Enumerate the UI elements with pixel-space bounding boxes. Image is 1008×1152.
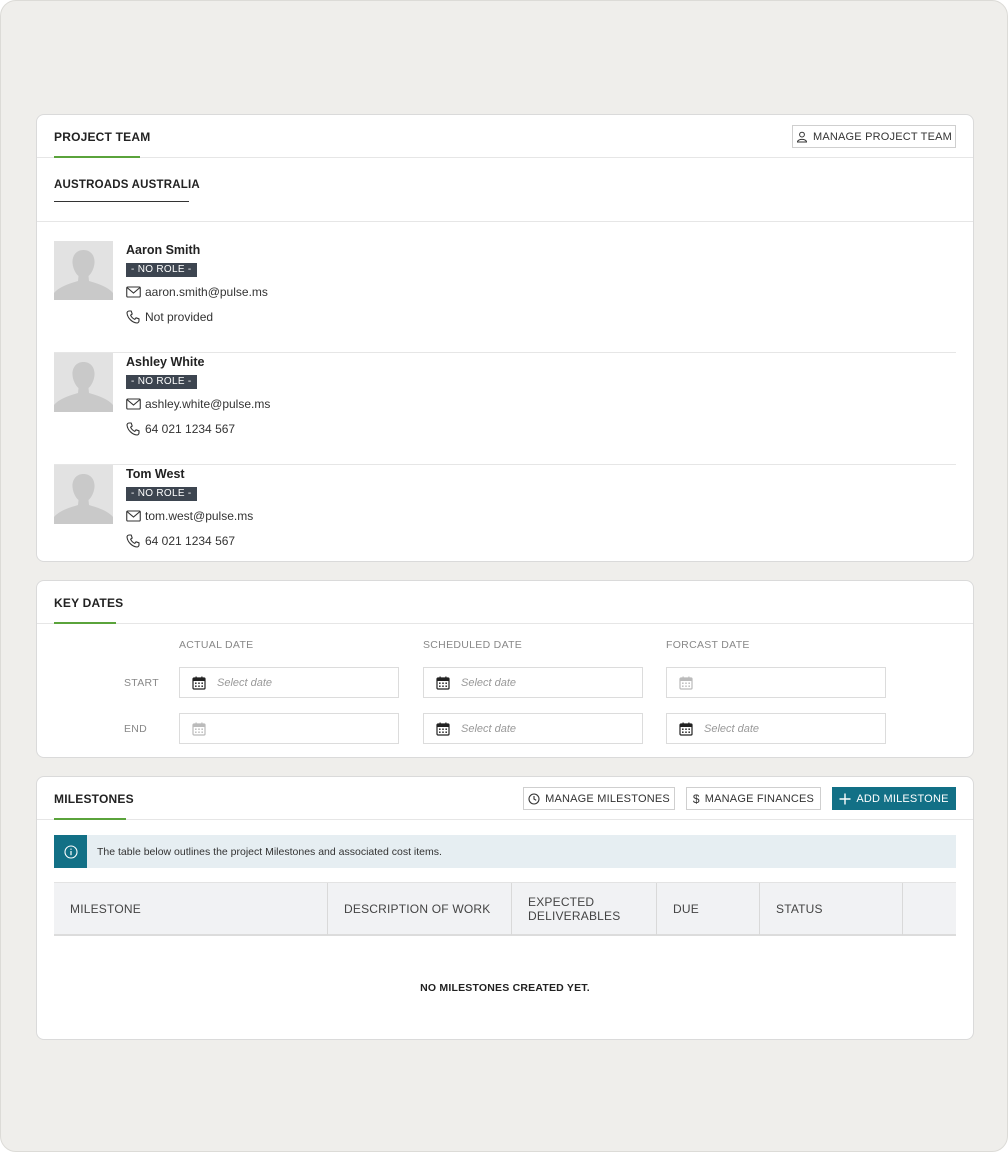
member-name: Aaron Smith (126, 243, 201, 257)
key-dates-title: KEY DATES (54, 596, 124, 610)
column-header-deliverables[interactable]: EXPECTED DELIVERABLES (512, 883, 657, 935)
member-email[interactable]: tom.west@pulse.ms (126, 509, 253, 523)
team-member: Aaron Smith - NO ROLE - aaron.smith@puls… (54, 241, 956, 353)
manage-finances-button[interactable]: $ MANAGE FINANCES (686, 787, 821, 810)
member-email[interactable]: ashley.white@pulse.ms (126, 397, 270, 411)
calendar-icon (192, 722, 206, 736)
calendar-icon (679, 676, 693, 690)
start-scheduled-date-input[interactable]: Select date (423, 667, 643, 698)
add-milestone-label: ADD MILESTONE (856, 792, 949, 805)
date-placeholder: Select date (461, 676, 517, 689)
member-name: Tom West (126, 467, 185, 481)
info-icon (54, 835, 87, 868)
member-name: Ashley White (126, 355, 205, 369)
organisation-tab[interactable]: AUSTROADS AUSTRALIA (54, 179, 200, 191)
page-background: PROJECT TEAM MANAGE PROJECT TEAM AUSTROA… (0, 0, 1008, 1152)
start-actual-date-input[interactable]: Select date (179, 667, 399, 698)
date-placeholder: Select date (461, 722, 517, 735)
add-milestone-button[interactable]: ADD MILESTONE (832, 787, 956, 810)
member-phone[interactable]: 64 021 1234 567 (126, 422, 235, 436)
role-badge: - NO ROLE - (126, 263, 197, 277)
member-phone-text: 64 021 1234 567 (145, 534, 236, 548)
clock-icon (528, 792, 540, 805)
member-phone-text: Not provided (145, 310, 214, 324)
start-forecast-date-input[interactable] (666, 667, 886, 698)
empty-table-message: NO MILESTONES CREATED YET. (420, 982, 590, 994)
calendar-icon (436, 676, 450, 690)
divider (37, 221, 973, 222)
end-scheduled-date-input[interactable]: Select date (423, 713, 643, 744)
title-underline (54, 156, 140, 158)
calendar-icon (436, 722, 450, 736)
title-underline (54, 622, 116, 624)
column-header-due[interactable]: DUE (657, 883, 760, 935)
phone-icon (126, 422, 140, 436)
column-label-scheduled: SCHEDULED DATE (423, 639, 523, 651)
phone-icon (126, 534, 140, 548)
project-team-title: PROJECT TEAM (54, 130, 151, 144)
envelope-icon (126, 286, 141, 298)
project-team-header: PROJECT TEAM MANAGE PROJECT TEAM (37, 115, 973, 158)
member-email-text: tom.west@pulse.ms (145, 509, 254, 523)
member-email[interactable]: aaron.smith@pulse.ms (126, 285, 268, 299)
title-underline (54, 818, 126, 820)
info-banner: The table below outlines the project Mil… (54, 835, 956, 868)
envelope-icon (126, 398, 141, 410)
end-forecast-date-input[interactable]: Select date (666, 713, 886, 744)
row-label-end: END (124, 723, 148, 735)
member-phone-text: 64 021 1234 567 (145, 422, 236, 436)
column-header-status[interactable]: STATUS (760, 883, 903, 935)
calendar-icon (192, 676, 206, 690)
avatar (54, 465, 113, 524)
role-badge: - NO ROLE - (126, 487, 197, 501)
date-placeholder: Select date (217, 676, 273, 689)
column-label-forecast: FORCAST DATE (666, 639, 750, 651)
project-team-card: PROJECT TEAM MANAGE PROJECT TEAM AUSTROA… (36, 114, 974, 562)
end-actual-date-input[interactable] (179, 713, 399, 744)
member-phone[interactable]: 64 021 1234 567 (126, 534, 235, 548)
key-dates-header: KEY DATES (37, 581, 973, 624)
role-badge: - NO ROLE - (126, 375, 197, 389)
info-text: The table below outlines the project Mil… (97, 845, 442, 858)
avatar (54, 241, 113, 300)
manage-finances-label: MANAGE FINANCES (704, 792, 815, 805)
milestones-title: MILESTONES (54, 792, 134, 806)
key-dates-card: KEY DATES ACTUAL DATE SCHEDULED DATE FOR… (36, 580, 974, 758)
column-header-milestone[interactable]: MILESTONE (54, 883, 328, 935)
column-header-actions (903, 883, 956, 935)
milestones-table-header: MILESTONE DESCRIPTION OF WORK EXPECTED D… (54, 882, 956, 936)
manage-milestones-button[interactable]: MANAGE MILESTONES (523, 787, 675, 810)
organisation-tab-underline (54, 201, 189, 202)
manage-project-team-label: MANAGE PROJECT TEAM (812, 130, 953, 143)
column-label-actual: ACTUAL DATE (179, 639, 254, 651)
team-member: Ashley White - NO ROLE - ashley.white@pu… (54, 353, 956, 465)
milestones-header: MILESTONES MANAGE MILESTONES $ MANAGE FI… (37, 777, 973, 820)
manage-milestones-label: MANAGE MILESTONES (545, 792, 670, 805)
dollar-icon: $ (692, 791, 700, 806)
row-label-start: START (124, 677, 159, 689)
plus-icon (839, 793, 851, 804)
member-email-text: aaron.smith@pulse.ms (145, 285, 268, 299)
envelope-icon (126, 510, 141, 522)
phone-icon (126, 310, 140, 324)
user-icon (796, 131, 807, 142)
member-email-text: ashley.white@pulse.ms (145, 397, 271, 411)
member-phone: Not provided (126, 310, 213, 324)
calendar-icon (679, 722, 693, 736)
column-header-description[interactable]: DESCRIPTION OF WORK (328, 883, 512, 935)
manage-project-team-button[interactable]: MANAGE PROJECT TEAM (792, 125, 956, 148)
avatar (54, 353, 113, 412)
date-placeholder: Select date (704, 722, 760, 735)
milestones-card: MILESTONES MANAGE MILESTONES $ MANAGE FI… (36, 776, 974, 1040)
team-member: Tom West - NO ROLE - tom.west@pulse.ms 6… (54, 465, 956, 555)
